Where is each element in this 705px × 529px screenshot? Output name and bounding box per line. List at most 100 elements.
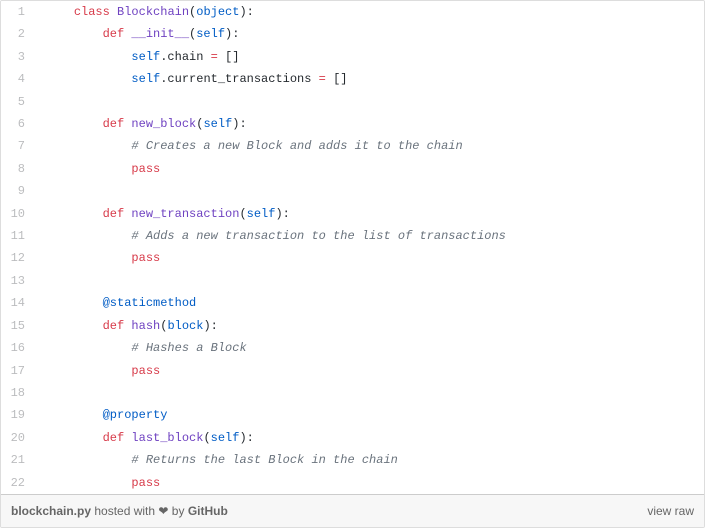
code-token: ):: [239, 431, 253, 445]
line-number[interactable]: 17: [1, 360, 35, 382]
line-number[interactable]: 16: [1, 337, 35, 359]
code-token: [45, 117, 103, 131]
line-number[interactable]: 20: [1, 427, 35, 449]
code-token: [45, 408, 103, 422]
line-number[interactable]: 9: [1, 180, 35, 202]
code-token: .chain: [160, 50, 210, 64]
code-line: 2 def __init__(self):: [1, 23, 704, 45]
line-number[interactable]: 13: [1, 270, 35, 292]
code-token: Blockchain: [117, 5, 189, 19]
line-code: def new_block(self):: [35, 113, 247, 135]
code-token: ):: [203, 319, 217, 333]
view-raw-link[interactable]: view raw: [647, 504, 694, 518]
line-number[interactable]: 18: [1, 382, 35, 404]
code-token: =: [211, 50, 218, 64]
line-code: # Hashes a Block: [35, 337, 247, 359]
line-number[interactable]: 15: [1, 315, 35, 337]
code-token: [45, 341, 131, 355]
line-number[interactable]: 21: [1, 449, 35, 471]
line-number[interactable]: 4: [1, 68, 35, 90]
github-link[interactable]: GitHub: [188, 504, 228, 518]
code-token: [45, 27, 103, 41]
code-token: [45, 162, 131, 176]
code-token: [45, 453, 131, 467]
code-token: [45, 207, 103, 221]
code-token: pass: [131, 251, 160, 265]
code-token: []: [326, 72, 348, 86]
line-number[interactable]: 12: [1, 247, 35, 269]
code-token: (: [239, 207, 246, 221]
code-token: self: [247, 207, 276, 221]
code-token: [45, 50, 131, 64]
code-token: [45, 251, 131, 265]
code-line: 5: [1, 91, 704, 113]
code-line: 14 @staticmethod: [1, 292, 704, 314]
code-token: [110, 5, 117, 19]
code-token: [45, 431, 103, 445]
line-code: # Returns the last Block in the chain: [35, 449, 398, 471]
code-token: [45, 476, 131, 490]
code-line: 6 def new_block(self):: [1, 113, 704, 135]
code-token: def: [103, 431, 125, 445]
code-line: 11 # Adds a new transaction to the list …: [1, 225, 704, 247]
hosted-text: hosted with: [91, 504, 158, 518]
code-token: [45, 72, 131, 86]
code-line: 20 def last_block(self):: [1, 427, 704, 449]
code-token: new_block: [131, 117, 196, 131]
code-token: ):: [232, 117, 246, 131]
line-number[interactable]: 7: [1, 135, 35, 157]
line-number[interactable]: 19: [1, 404, 35, 426]
code-token: =: [319, 72, 326, 86]
code-line: 18: [1, 382, 704, 404]
line-code: self.chain = []: [35, 46, 239, 68]
code-token: def: [103, 117, 125, 131]
code-token: .current_transactions: [160, 72, 318, 86]
code-token: [45, 319, 103, 333]
code-line: 9: [1, 180, 704, 202]
code-token: self: [131, 50, 160, 64]
by-text: by: [168, 504, 187, 518]
line-number[interactable]: 8: [1, 158, 35, 180]
line-code: # Creates a new Block and adds it to the…: [35, 135, 463, 157]
line-number[interactable]: 11: [1, 225, 35, 247]
code-token: # Adds a new transaction to the list of …: [131, 229, 505, 243]
code-token: @property: [103, 408, 168, 422]
line-number[interactable]: 14: [1, 292, 35, 314]
code-token: self: [211, 431, 240, 445]
line-number[interactable]: 3: [1, 46, 35, 68]
line-number[interactable]: 5: [1, 91, 35, 113]
code-line: 13: [1, 270, 704, 292]
code-token: [45, 139, 131, 153]
line-number[interactable]: 1: [1, 1, 35, 23]
code-token: # Returns the last Block in the chain: [131, 453, 397, 467]
line-code: # Adds a new transaction to the list of …: [35, 225, 506, 247]
code-token: new_transaction: [131, 207, 239, 221]
code-token: hash: [131, 319, 160, 333]
line-number[interactable]: 6: [1, 113, 35, 135]
code-token: __init__: [131, 27, 189, 41]
code-token: @staticmethod: [103, 296, 197, 310]
code-line: 1 class Blockchain(object):: [1, 1, 704, 23]
code-token: ):: [275, 207, 289, 221]
code-token: # Hashes a Block: [131, 341, 246, 355]
code-line: 21 # Returns the last Block in the chain: [1, 449, 704, 471]
line-code: class Blockchain(object):: [35, 1, 254, 23]
line-code: pass: [35, 472, 160, 494]
code-line: 3 self.chain = []: [1, 46, 704, 68]
filename-link[interactable]: blockchain.py: [11, 504, 91, 518]
line-number[interactable]: 2: [1, 23, 35, 45]
code-line: 22 pass: [1, 472, 704, 494]
code-token: block: [167, 319, 203, 333]
code-token: def: [103, 207, 125, 221]
line-number[interactable]: 10: [1, 203, 35, 225]
line-code: @staticmethod: [35, 292, 196, 314]
code-token: [45, 229, 131, 243]
code-token: []: [218, 50, 240, 64]
code-line: 8 pass: [1, 158, 704, 180]
code-line: 4 self.current_transactions = []: [1, 68, 704, 90]
line-code: def __init__(self):: [35, 23, 239, 45]
code-token: object: [196, 5, 239, 19]
line-number[interactable]: 22: [1, 472, 35, 494]
code-line: 19 @property: [1, 404, 704, 426]
code-line: 7 # Creates a new Block and adds it to t…: [1, 135, 704, 157]
